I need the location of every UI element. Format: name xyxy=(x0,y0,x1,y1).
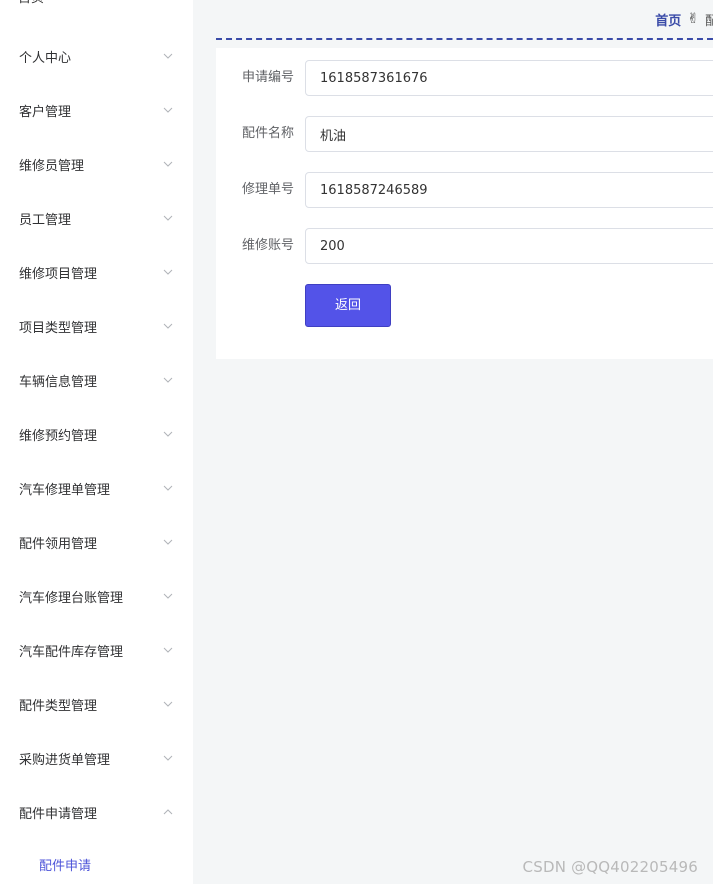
main-content: 首页 ✌ 配 申请编号 配件名称 修理单号 维修账号 返回 CS xyxy=(193,0,713,884)
sidebar-item-customer-mgmt[interactable]: 客户管理 xyxy=(0,83,193,137)
sidebar-item-vehicle-info-mgmt[interactable]: 车辆信息管理 xyxy=(0,353,193,407)
breadcrumb-divider xyxy=(216,38,713,40)
breadcrumb-home-link[interactable]: 首页 xyxy=(655,10,681,29)
sidebar-item-label: 配件类型管理 xyxy=(19,698,98,714)
sidebar-item-repair-ledger-mgmt[interactable]: 汽车修理台账管理 xyxy=(0,569,193,623)
sidebar-item-repair-project-mgmt[interactable]: 维修项目管理 xyxy=(0,245,193,299)
sidebar-item-label: 员工管理 xyxy=(19,212,72,228)
sidebar-item-label: 汽车修理台账管理 xyxy=(19,590,124,606)
chevron-down-icon xyxy=(162,752,174,764)
form-label: 申请编号 xyxy=(241,70,294,85)
sidebar-item-project-type-mgmt[interactable]: 项目类型管理 xyxy=(0,299,193,353)
hand-pointing-icon: ✌ xyxy=(687,11,699,27)
sidebar-menu: 首页 个人中心 客户管理 维修员管理 员工管理 维修项目管理 项目类型管理 车辆… xyxy=(0,0,193,884)
sidebar-item-parts-inventory-mgmt[interactable]: 汽车配件库存管理 xyxy=(0,623,193,677)
chevron-down-icon xyxy=(162,590,174,602)
sidebar-item-label: 配件申请管理 xyxy=(19,806,98,822)
submenu-item-label: 配件申请 xyxy=(39,858,92,874)
repair-account-field[interactable] xyxy=(305,228,713,264)
sidebar-item-label: 配件领用管理 xyxy=(19,536,98,552)
chevron-down-icon xyxy=(162,644,174,656)
form-row-part-name: 配件名称 xyxy=(216,116,713,152)
form-label: 维修账号 xyxy=(241,238,294,253)
sidebar-item-label: 维修预约管理 xyxy=(19,428,98,444)
sidebar-item-parts-application-mgmt[interactable]: 配件申请管理 xyxy=(0,785,193,839)
chevron-down-icon xyxy=(162,104,174,116)
chevron-up-icon xyxy=(162,806,174,818)
sidebar-item-label: 车辆信息管理 xyxy=(19,374,98,390)
breadcrumb-current[interactable]: 配 xyxy=(705,10,713,29)
repair-order-number-field[interactable] xyxy=(305,172,713,208)
chevron-down-icon xyxy=(162,698,174,710)
breadcrumb: 首页 ✌ 配 xyxy=(655,10,713,29)
form-label: 修理单号 xyxy=(241,182,294,197)
form-row-repair-order-number: 修理单号 xyxy=(216,172,713,208)
watermark: CSDN @QQ402205496 xyxy=(522,858,698,876)
sidebar-item-label: 维修项目管理 xyxy=(19,266,98,282)
page: 首页 个人中心 客户管理 维修员管理 员工管理 维修项目管理 项目类型管理 车辆… xyxy=(0,0,713,884)
chevron-down-icon xyxy=(162,536,174,548)
sidebar-item-repair-booking-mgmt[interactable]: 维修预约管理 xyxy=(0,407,193,461)
sidebar-item-repair-order-mgmt[interactable]: 汽车修理单管理 xyxy=(0,461,193,515)
form-row-application-number: 申请编号 xyxy=(216,60,713,96)
sidebar-item-purchase-order-mgmt[interactable]: 采购进货单管理 xyxy=(0,731,193,785)
sidebar-item-label: 个人中心 xyxy=(19,50,72,66)
sidebar-item-employee-mgmt[interactable]: 员工管理 xyxy=(0,191,193,245)
sidebar-item-repairman-mgmt[interactable]: 维修员管理 xyxy=(0,137,193,191)
form-row-repair-account: 维修账号 xyxy=(216,228,713,264)
application-number-field[interactable] xyxy=(305,60,713,96)
sidebar-item-label: 客户管理 xyxy=(19,104,72,120)
sidebar-item-label: 汽车配件库存管理 xyxy=(19,644,124,660)
chevron-down-icon xyxy=(162,320,174,332)
sidebar-item-label: 汽车修理单管理 xyxy=(19,482,111,498)
chevron-down-icon xyxy=(162,266,174,278)
back-button[interactable]: 返回 xyxy=(305,284,391,327)
sidebar-item-home[interactable]: 首页 xyxy=(18,0,44,8)
form-label: 配件名称 xyxy=(241,126,294,141)
chevron-down-icon xyxy=(162,428,174,440)
sidebar-item-label: 维修员管理 xyxy=(19,158,85,174)
sidebar-item-label: 项目类型管理 xyxy=(19,320,98,336)
sidebar-item-parts-type-mgmt[interactable]: 配件类型管理 xyxy=(0,677,193,731)
part-name-field[interactable] xyxy=(305,116,713,152)
chevron-down-icon xyxy=(162,374,174,386)
submenu-item-parts-application[interactable]: 配件申请 xyxy=(0,844,193,884)
sidebar-item-label: 采购进货单管理 xyxy=(19,752,111,768)
detail-form-card: 申请编号 配件名称 修理单号 维修账号 返回 xyxy=(216,48,713,359)
chevron-down-icon xyxy=(162,158,174,170)
chevron-down-icon xyxy=(162,50,174,62)
sidebar-item-parts-usage-mgmt[interactable]: 配件领用管理 xyxy=(0,515,193,569)
chevron-down-icon xyxy=(162,482,174,494)
chevron-down-icon xyxy=(162,212,174,224)
sidebar-item-personal-center[interactable]: 个人中心 xyxy=(0,29,193,83)
